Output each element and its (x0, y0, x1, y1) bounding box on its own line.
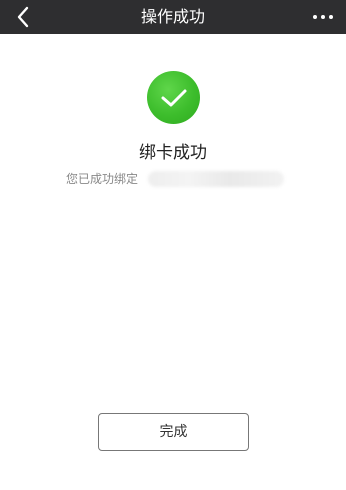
more-dot (321, 15, 325, 19)
page-title: 操作成功 (140, 7, 205, 26)
check-circle-icon (147, 71, 200, 124)
more-button[interactable] (306, 2, 340, 32)
top-navigation-bar: 操作成功 (0, 0, 346, 34)
back-button[interactable] (8, 2, 38, 32)
checkmark-icon (161, 89, 186, 106)
redacted-card-info (148, 171, 284, 187)
more-dots-icon (313, 15, 317, 19)
chevron-left-icon (17, 6, 29, 28)
page: 操作成功 绑卡成功 您已成功绑定 完成 (0, 0, 346, 490)
more-dot (329, 15, 333, 19)
result-title: 绑卡成功 (139, 143, 207, 163)
result-description: 您已成功绑定 (66, 172, 139, 186)
done-button[interactable]: 完成 (98, 413, 249, 451)
